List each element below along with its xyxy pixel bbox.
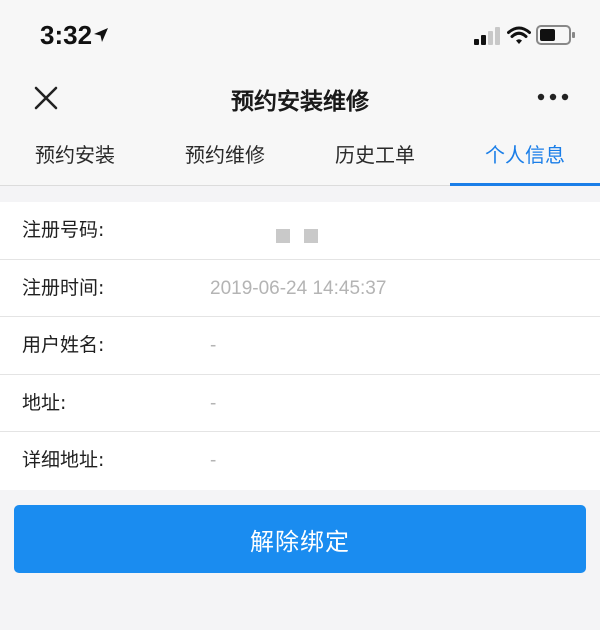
registration-number-label: 注册号码: <box>22 219 105 241</box>
detail-address-label: 详细地址: <box>22 449 105 472</box>
info-row-detail-address: 详细地址: - <box>0 432 600 490</box>
location-arrow-icon <box>94 28 108 42</box>
address-value: - <box>210 392 217 414</box>
registration-time-value: 2019-06-24 14:45:37 <box>210 277 387 299</box>
page-title: 预约安装维修 <box>231 89 369 115</box>
nav-bar: 预约安装维修 <box>0 66 600 128</box>
mask-block <box>276 229 290 243</box>
user-name-value: - <box>210 335 217 357</box>
personal-info-list: 注册号码: 注册时间: 2019-06-24 14:45:37 用户姓名: - … <box>0 202 600 490</box>
info-row-address: 地址: - <box>0 375 600 433</box>
tab-bar: 预约安装 预约维修 历史工单 个人信息 <box>0 128 600 186</box>
more-icon[interactable] <box>536 92 570 102</box>
mask-block <box>304 229 318 243</box>
user-name-label: 用户姓名: <box>22 334 105 357</box>
address-label: 地址: <box>22 391 67 414</box>
tab-book-installation[interactable]: 预约安装 <box>0 128 150 185</box>
wifi-icon <box>507 26 531 44</box>
detail-address-value: - <box>210 450 217 472</box>
status-time: 3:32 <box>40 20 93 50</box>
tab-order-history[interactable]: 历史工单 <box>300 128 450 185</box>
status-bar: 3:32 <box>0 0 600 66</box>
tab-personal-info[interactable]: 个人信息 <box>450 128 600 186</box>
registration-time-label: 注册时间: <box>22 276 105 299</box>
tab-book-repair[interactable]: 预约维修 <box>150 128 300 185</box>
info-row-user-name: 用户姓名: - <box>0 317 600 375</box>
info-row-registration-time: 注册时间: 2019-06-24 14:45:37 <box>0 260 600 318</box>
cellular-signal-icon <box>474 27 500 45</box>
unbind-button[interactable]: 解除绑定 <box>14 505 586 573</box>
battery-icon <box>536 25 575 45</box>
info-row-registration-number: 注册号码: <box>0 202 600 260</box>
registration-number-value <box>276 229 318 243</box>
